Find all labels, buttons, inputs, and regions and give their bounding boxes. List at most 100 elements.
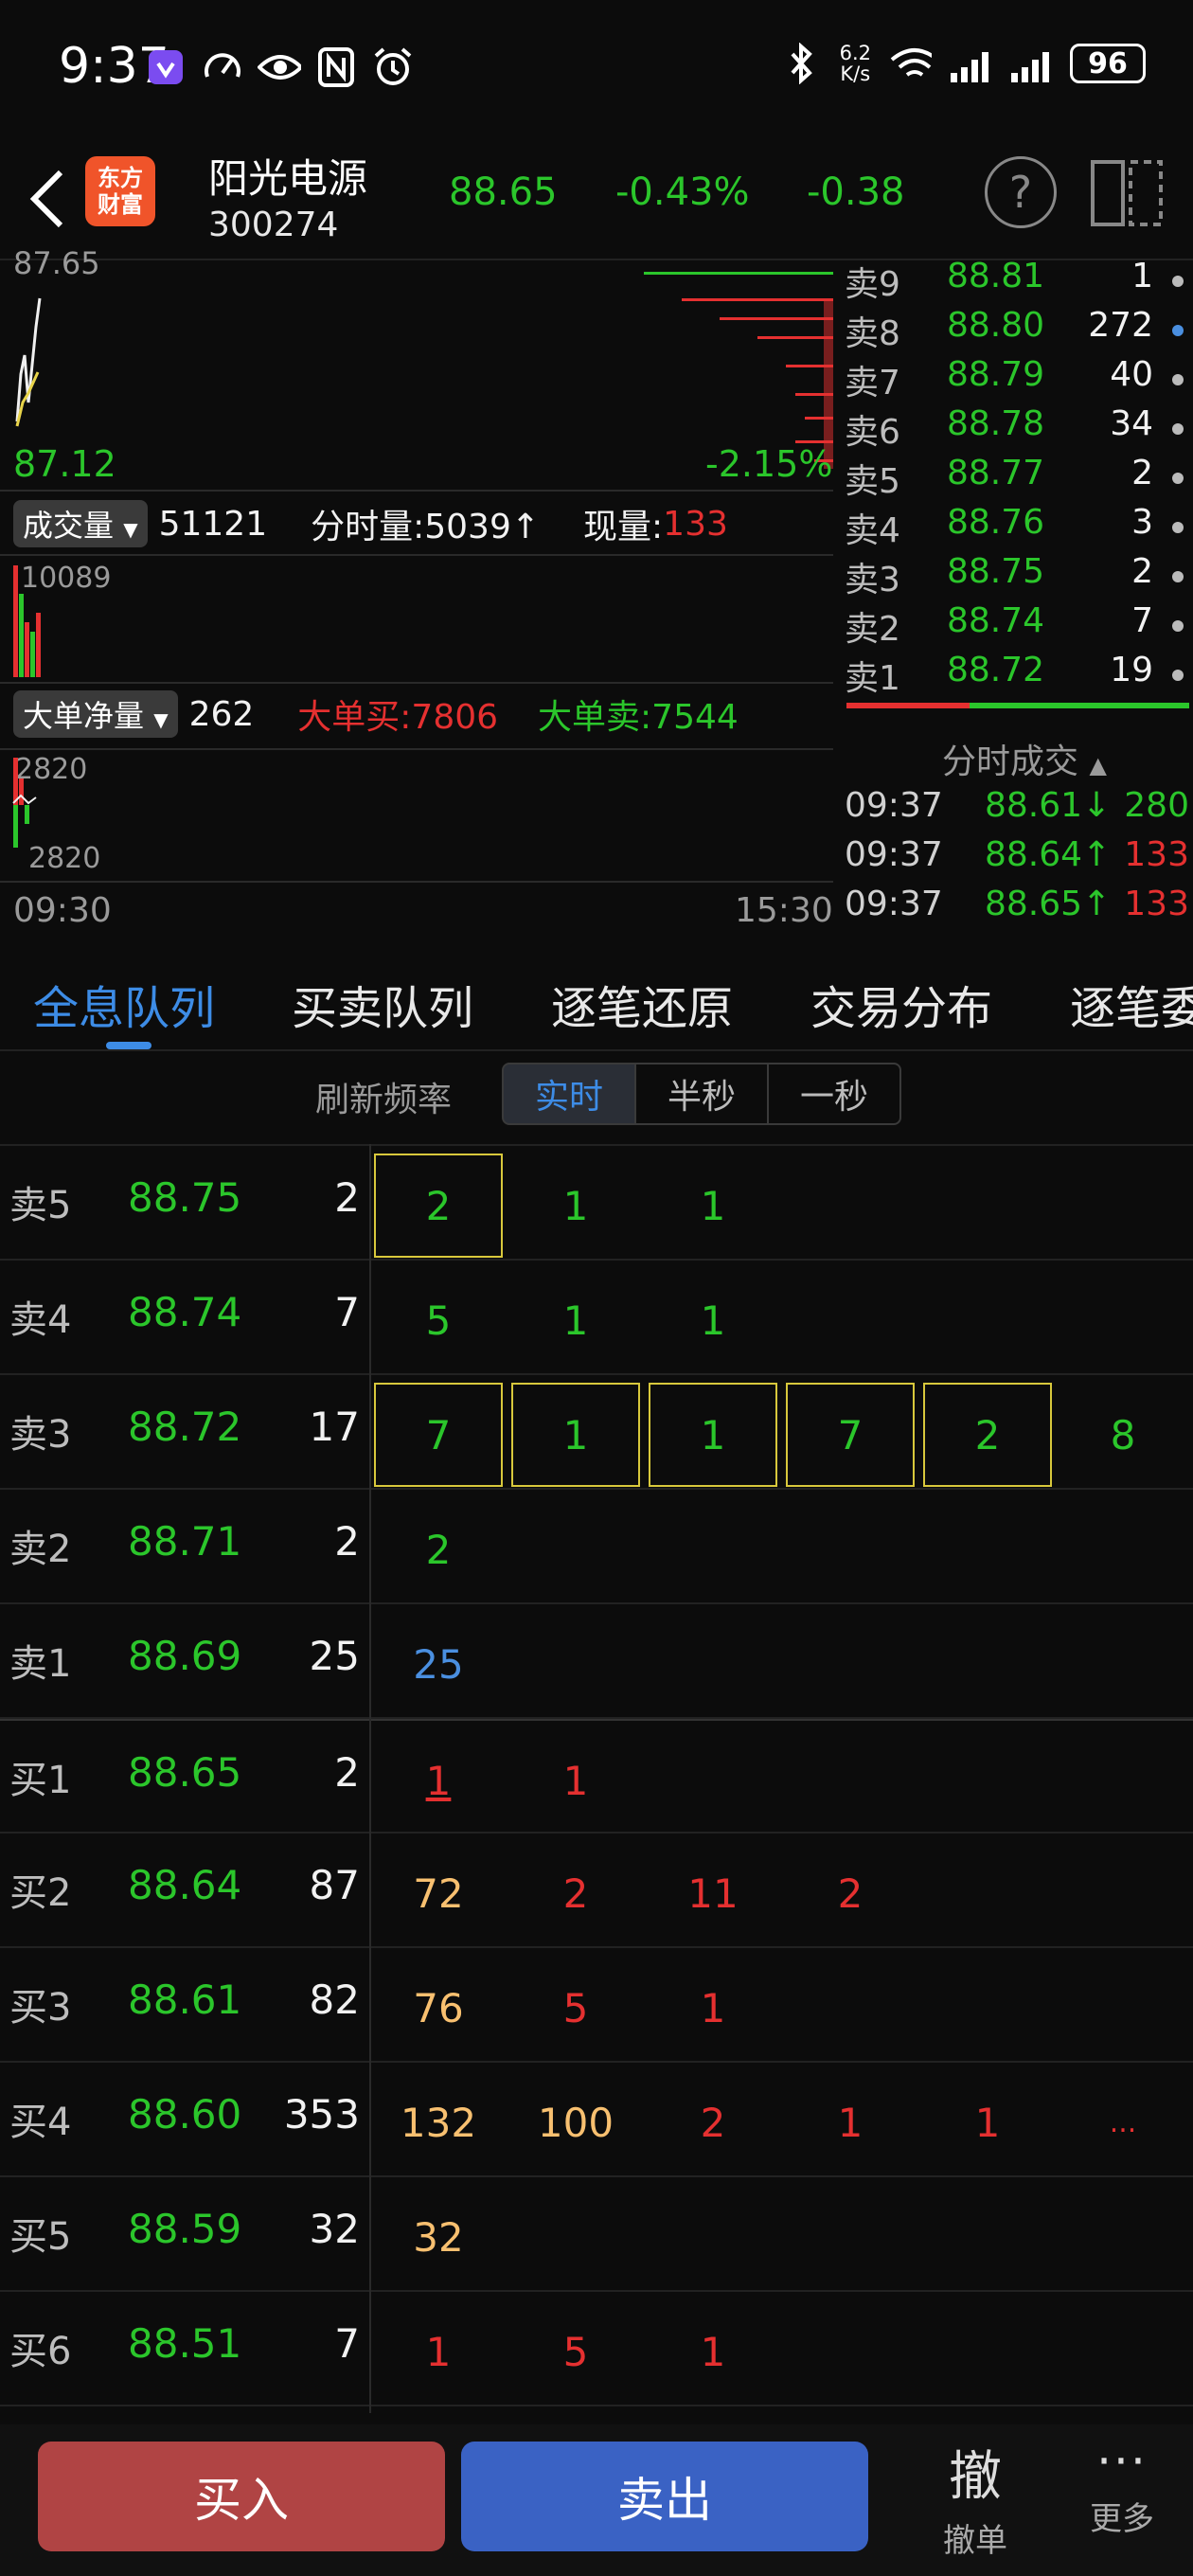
queue-order-cell: 8 [1110,1411,1136,1458]
queue-order-cell: 2 [837,1869,864,1917]
queue-order-cell: 2 [562,1869,589,1917]
queue-row[interactable]: 买3 88.61 82 76 5 1 [0,1948,1193,2063]
queue-level-label: 买5 [9,2215,72,2259]
queue-table: 卖5 88.75 2 2 1 1 卖4 88.74 7 5 1 1 卖3 88.72 17 7 1 1 7 2 8 卖2 8… [0,1144,1193,2413]
queue-price: 88.75 [128,1174,242,1221]
sell-button[interactable]: 卖出 [461,2442,868,2551]
tick-row: 09:37 88.65↑ 133 [843,885,1193,934]
queue-order-cell: 1 [562,1757,589,1804]
queue-volume: 2 [334,1749,360,1796]
queue-order-cell: 5 [425,1297,452,1344]
ask-dot [1172,620,1184,632]
queue-order-cell: 7 [374,1383,503,1487]
queue-row[interactable]: 卖5 88.75 2 2 1 1 [0,1146,1193,1261]
tab-bar: 全息队列 买卖队列 逐笔还原 交易分布 逐笔委 [0,947,1193,1051]
queue-row[interactable]: 买5 88.59 32 32 [0,2177,1193,2292]
queue-order-cell: 132 [400,2099,477,2146]
more-icon: ··· [1096,2434,1148,2489]
queue-price: 88.72 [128,1404,242,1450]
queue-row[interactable]: 买4 88.60 353 132 100 2 1 1... [0,2063,1193,2177]
ask-label: 卖6 [845,413,900,452]
volume-bars [13,565,41,677]
help-icon[interactable]: ? [985,156,1057,228]
tab-full-queue[interactable]: 全息队列 [33,971,215,1037]
ticks-title[interactable]: 分时成交 ▲ [942,734,1107,783]
cancel-icon: 撤 [949,2446,1002,2508]
queue-order-cell: 100 [537,2099,614,2146]
queue-order-cell: 72 [413,1869,464,1917]
ask-price: 88.79 [947,355,1045,394]
freq-realtime[interactable]: 实时 [502,1063,636,1125]
tab-trade-distribution[interactable]: 交易分布 [810,971,992,1037]
stock-header: 东方 财富 阳光电源 300274 88.65 -0.43% -0.38 ? [0,137,1193,260]
queue-divider [369,1144,371,2413]
layout-toggle-icon[interactable] [1089,158,1165,228]
queue-row[interactable]: 卖2 88.71 2 2 [0,1490,1193,1604]
tick-price: 88.64↑ [985,835,1112,874]
current-price: 88.65 [449,170,558,214]
more-button[interactable]: ··· 更多 [1079,2434,1165,2539]
queue-order-cell: 1 [700,2328,726,2375]
queue-level-label: 卖1 [9,1642,72,1686]
queue-price: 88.60 [128,2091,242,2138]
queue-price: 88.69 [128,1633,242,1679]
queue-order-cell: 1 [425,2328,452,2375]
volume-now-label: 现量: [583,508,664,546]
signal-icon-2 [1009,42,1053,85]
queue-row[interactable]: 买6 88.51 7 1 5 1 [0,2292,1193,2406]
ask-label: 卖3 [845,561,900,599]
queue-order-cell: 1 [562,1297,589,1344]
tick-price: 88.61↓ [985,786,1112,825]
ask-volume: 2 [1131,552,1153,591]
chart-low-price: 87.12 [13,443,116,485]
queue-row[interactable]: 卖1 88.69 25 25 [0,1604,1193,1719]
queue-volume: 7 [334,2320,360,2367]
bigorder-selector[interactable]: 大单净量 ▼ [13,690,178,738]
status-icons-right: 6.2 K/s 96 [779,42,1146,85]
tab-tick-orders[interactable]: 逐笔委 [1070,971,1193,1037]
queue-volume: 87 [309,1862,360,1908]
buy-button[interactable]: 买入 [38,2442,445,2551]
ask-volume: 272 [1088,306,1153,345]
app-logo: 东方 财富 [85,156,155,226]
queue-level-label: 买3 [9,1986,72,2030]
queue-order-cell: 2 [700,2099,726,2146]
queue-order-cell: 1 [649,1383,777,1487]
queue-row[interactable]: 卖3 88.72 17 7 1 1 7 2 8 [0,1375,1193,1490]
freq-half-second[interactable]: 半秒 [634,1063,769,1125]
queue-price: 88.51 [128,2320,242,2367]
ask-label: 卖2 [845,610,900,649]
volume-legend: 成交量 ▼ 51121 分时量:5039↑ 现量: 133 [13,499,728,548]
tick-time: 09:37 [845,885,943,923]
queue-level-label: 卖5 [9,1184,72,1227]
eye-icon [258,45,301,89]
status-icons-left [144,45,415,89]
ask-dot [1172,276,1184,287]
queue-level-label: 买2 [9,1871,72,1915]
queue-row[interactable]: 买1 88.65 2 1 1 [0,1719,1193,1834]
queue-order-cell: 2 [374,1154,503,1258]
queue-order-cell: 1 [700,1984,726,2031]
signal-icon [949,42,992,85]
freq-one-second[interactable]: 一秒 [767,1063,901,1125]
back-icon[interactable] [21,161,74,237]
queue-row[interactable]: 买2 88.64 87 72 2 11 2 [0,1834,1193,1948]
ask-row: 卖8 88.80 272 [843,306,1193,355]
ask-price: 88.75 [947,552,1045,591]
nfc-icon [314,45,358,89]
queue-row[interactable]: 卖4 88.74 7 5 1 1 [0,1261,1193,1375]
ask-row: 卖6 88.78 34 [843,404,1193,454]
tick-time: 09:37 [845,786,943,825]
queue-order-cell: 1 [837,2099,864,2146]
tab-bid-ask-queue[interactable]: 买卖队列 [292,971,473,1037]
ask-label: 卖5 [845,462,900,501]
ask-label: 卖4 [845,511,900,550]
tick-price: 88.65↑ [985,885,1112,923]
cancel-order-button[interactable]: 撤 撤单 [937,2434,1013,2561]
tick-row: 09:37 88.64↑ 133 [843,835,1193,885]
ask-label: 卖9 [845,265,900,304]
tab-tick-replay[interactable]: 逐笔还原 [551,971,733,1037]
intraday-chart[interactable]: 87.65 87.12 -2.15% 成交量 ▼ 51121 分时量:5039↑… [0,245,843,942]
ask-price: 88.80 [947,306,1045,345]
volume-selector[interactable]: 成交量 ▼ [13,500,148,547]
